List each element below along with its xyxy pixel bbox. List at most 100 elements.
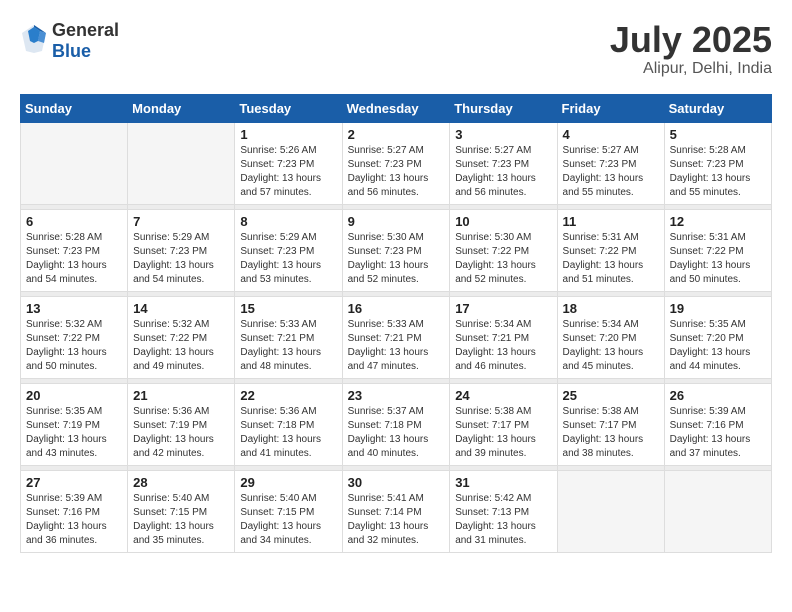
logo: General Blue [20,20,119,62]
day-number: 28 [133,475,229,490]
day-number: 27 [26,475,122,490]
day-number: 11 [563,214,659,229]
day-info: Sunrise: 5:29 AMSunset: 7:23 PMDaylight:… [240,231,336,287]
weekday-header-friday: Friday [557,94,664,122]
logo-general: General [52,20,119,40]
day-number: 8 [240,214,336,229]
calendar-cell: 7 Sunrise: 5:29 AMSunset: 7:23 PMDaylight… [128,209,235,291]
page-header: General Blue July 2025 Alipur, Delhi, In… [20,20,772,78]
day-number: 4 [563,127,659,142]
day-info: Sunrise: 5:39 AMSunset: 7:16 PMDaylight:… [26,492,122,548]
day-info: Sunrise: 5:27 AMSunset: 7:23 PMDaylight:… [348,144,445,200]
calendar-cell [128,122,235,204]
day-info: Sunrise: 5:34 AMSunset: 7:21 PMDaylight:… [455,318,551,374]
day-number: 19 [670,301,766,316]
calendar-cell: 8 Sunrise: 5:29 AMSunset: 7:23 PMDaylight… [235,209,342,291]
day-info: Sunrise: 5:29 AMSunset: 7:23 PMDaylight:… [133,231,229,287]
weekday-header-wednesday: Wednesday [342,94,450,122]
day-info: Sunrise: 5:41 AMSunset: 7:14 PMDaylight:… [348,492,445,548]
day-info: Sunrise: 5:36 AMSunset: 7:19 PMDaylight:… [133,405,229,461]
weekday-header-monday: Monday [128,94,235,122]
day-info: Sunrise: 5:33 AMSunset: 7:21 PMDaylight:… [348,318,445,374]
day-info: Sunrise: 5:27 AMSunset: 7:23 PMDaylight:… [563,144,659,200]
day-number: 6 [26,214,122,229]
calendar-cell: 21 Sunrise: 5:36 AMSunset: 7:19 PMDayligh… [128,383,235,465]
calendar-week-row: 27 Sunrise: 5:39 AMSunset: 7:16 PMDayligh… [21,470,772,552]
day-info: Sunrise: 5:34 AMSunset: 7:20 PMDaylight:… [563,318,659,374]
calendar-cell: 9 Sunrise: 5:30 AMSunset: 7:23 PMDaylight… [342,209,450,291]
day-number: 26 [670,388,766,403]
calendar-cell: 17Sunrise: 5:34 AMSunset: 7:21 PMDayligh… [450,296,557,378]
calendar-cell [664,470,771,552]
day-number: 12 [670,214,766,229]
day-number: 7 [133,214,229,229]
day-number: 18 [563,301,659,316]
calendar-cell: 11 Sunrise: 5:31 AMSunset: 7:22 PMDayligh… [557,209,664,291]
day-number: 20 [26,388,122,403]
day-info: Sunrise: 5:39 AMSunset: 7:16 PMDaylight:… [670,405,766,461]
calendar-cell: 13 Sunrise: 5:32 AMSunset: 7:22 PMDayligh… [21,296,128,378]
calendar-cell: 22 Sunrise: 5:36 AMSunset: 7:18 PMDayligh… [235,383,342,465]
calendar-week-row: 1Sunrise: 5:26 AMSunset: 7:23 PMDaylight… [21,122,772,204]
logo-icon [20,23,48,60]
calendar-cell: 16 Sunrise: 5:33 AMSunset: 7:21 PMDayligh… [342,296,450,378]
calendar-cell: 14Sunrise: 5:32 AMSunset: 7:22 PMDayligh… [128,296,235,378]
day-number: 3 [455,127,551,142]
day-info: Sunrise: 5:28 AMSunset: 7:23 PMDaylight:… [26,231,122,287]
day-info: Sunrise: 5:38 AMSunset: 7:17 PMDaylight:… [455,405,551,461]
weekday-header-tuesday: Tuesday [235,94,342,122]
weekday-header-row: SundayMondayTuesdayWednesdayThursdayFrid… [21,94,772,122]
weekday-header-saturday: Saturday [664,94,771,122]
calendar-table: SundayMondayTuesdayWednesdayThursdayFrid… [20,94,772,553]
day-number: 24 [455,388,551,403]
calendar-cell: 19 Sunrise: 5:35 AMSunset: 7:20 PMDayligh… [664,296,771,378]
day-info: Sunrise: 5:38 AMSunset: 7:17 PMDaylight:… [563,405,659,461]
day-number: 30 [348,475,445,490]
day-number: 9 [348,214,445,229]
calendar-cell: 26 Sunrise: 5:39 AMSunset: 7:16 PMDayligh… [664,383,771,465]
calendar-cell: 25 Sunrise: 5:38 AMSunset: 7:17 PMDayligh… [557,383,664,465]
calendar-cell: 10 Sunrise: 5:30 AMSunset: 7:22 PMDayligh… [450,209,557,291]
calendar-cell: 1Sunrise: 5:26 AMSunset: 7:23 PMDaylight… [235,122,342,204]
day-info: Sunrise: 5:36 AMSunset: 7:18 PMDaylight:… [240,405,336,461]
calendar-cell: 4 Sunrise: 5:27 AMSunset: 7:23 PMDaylight… [557,122,664,204]
day-info: Sunrise: 5:40 AMSunset: 7:15 PMDaylight:… [240,492,336,548]
day-number: 29 [240,475,336,490]
day-info: Sunrise: 5:32 AMSunset: 7:22 PMDaylight:… [133,318,229,374]
logo-blue: Blue [52,41,91,61]
day-info: Sunrise: 5:31 AMSunset: 7:22 PMDaylight:… [563,231,659,287]
calendar-cell: 12 Sunrise: 5:31 AMSunset: 7:22 PMDayligh… [664,209,771,291]
day-info: Sunrise: 5:35 AMSunset: 7:19 PMDaylight:… [26,405,122,461]
day-info: Sunrise: 5:30 AMSunset: 7:22 PMDaylight:… [455,231,551,287]
calendar-cell: 30 Sunrise: 5:41 AMSunset: 7:14 PMDayligh… [342,470,450,552]
calendar-cell: 29 Sunrise: 5:40 AMSunset: 7:15 PMDayligh… [235,470,342,552]
day-info: Sunrise: 5:31 AMSunset: 7:22 PMDaylight:… [670,231,766,287]
calendar-week-row: 6 Sunrise: 5:28 AMSunset: 7:23 PMDaylight… [21,209,772,291]
calendar-cell: 27 Sunrise: 5:39 AMSunset: 7:16 PMDayligh… [21,470,128,552]
day-number: 21 [133,388,229,403]
calendar-cell: 18 Sunrise: 5:34 AMSunset: 7:20 PMDayligh… [557,296,664,378]
calendar-cell: 28 Sunrise: 5:40 AMSunset: 7:15 PMDayligh… [128,470,235,552]
month-title: July 2025 [610,20,772,60]
day-number: 25 [563,388,659,403]
day-info: Sunrise: 5:40 AMSunset: 7:15 PMDaylight:… [133,492,229,548]
location-title: Alipur, Delhi, India [610,60,772,78]
calendar-cell: 31Sunrise: 5:42 AMSunset: 7:13 PMDayligh… [450,470,557,552]
day-info: Sunrise: 5:35 AMSunset: 7:20 PMDaylight:… [670,318,766,374]
day-info: Sunrise: 5:32 AMSunset: 7:22 PMDaylight:… [26,318,122,374]
calendar-cell: 15Sunrise: 5:33 AMSunset: 7:21 PMDayligh… [235,296,342,378]
day-info: Sunrise: 5:42 AMSunset: 7:13 PMDaylight:… [455,492,551,548]
day-info: Sunrise: 5:30 AMSunset: 7:23 PMDaylight:… [348,231,445,287]
weekday-header-thursday: Thursday [450,94,557,122]
calendar-week-row: 20 Sunrise: 5:35 AMSunset: 7:19 PMDayligh… [21,383,772,465]
day-number: 10 [455,214,551,229]
day-info: Sunrise: 5:27 AMSunset: 7:23 PMDaylight:… [455,144,551,200]
calendar-cell: 23Sunrise: 5:37 AMSunset: 7:18 PMDayligh… [342,383,450,465]
calendar-cell [557,470,664,552]
day-number: 2 [348,127,445,142]
day-number: 13 [26,301,122,316]
day-info: Sunrise: 5:26 AMSunset: 7:23 PMDaylight:… [240,144,336,200]
day-info: Sunrise: 5:37 AMSunset: 7:18 PMDaylight:… [348,405,445,461]
day-number: 16 [348,301,445,316]
day-number: 22 [240,388,336,403]
